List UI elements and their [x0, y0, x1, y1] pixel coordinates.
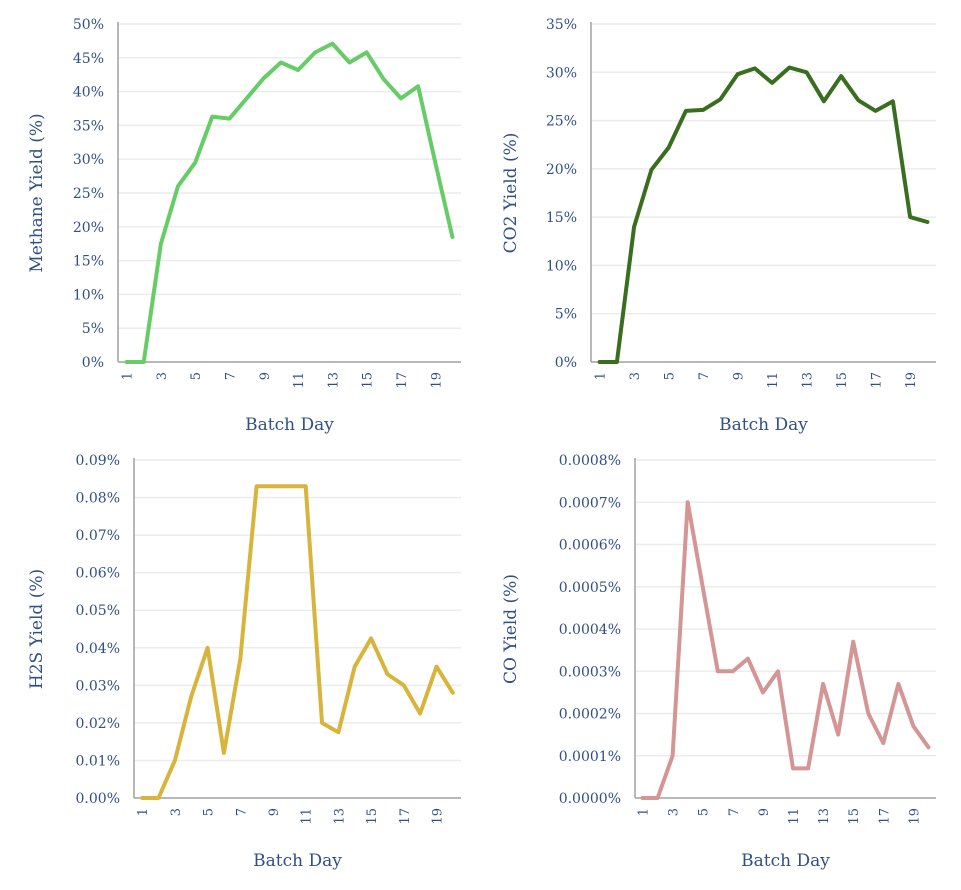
- x-tick-label: 11: [787, 808, 802, 825]
- x-tick-label: 7: [697, 372, 712, 380]
- x-tick-label: 5: [202, 808, 217, 816]
- x-axis-title: Batch Day: [253, 851, 342, 871]
- y-tick-label: 0.0004%: [559, 622, 621, 638]
- x-tick-label: 1: [637, 808, 652, 816]
- x-tick-label: 13: [332, 808, 347, 825]
- methane-chart: 0%5%10%15%20%25%30%35%40%45%50%1 3 5 7 9 11 13…: [27, 17, 461, 435]
- h2s-series-line: [140, 484, 455, 800]
- y-axis-title: CO2 Yield (%): [501, 133, 521, 254]
- x-tick-label: 9: [757, 808, 772, 816]
- y-tick-label: 0.03%: [76, 678, 120, 694]
- x-tick-label: 5: [663, 372, 678, 380]
- y-tick-label: 0.04%: [76, 641, 120, 657]
- x-axis-title: Batch Day: [719, 415, 808, 435]
- chart-grid: 0%5%10%15%20%25%30%35%40%45%50%1 3 5 7 9 11 13…: [27, 17, 936, 871]
- x-tick-label: 17: [870, 372, 885, 389]
- y-tick-label: 0.02%: [76, 716, 120, 732]
- x-axis-title: Batch Day: [245, 415, 334, 435]
- x-tick-label: 19: [429, 372, 444, 389]
- x-tick-label: 1: [121, 372, 136, 380]
- y-tick-label: 30%: [546, 65, 577, 81]
- y-tick-label: 20%: [546, 162, 577, 178]
- x-tick-label: 3: [667, 808, 682, 816]
- y-tick-label: 0%: [555, 355, 577, 371]
- x-tick-label: 15: [847, 808, 862, 825]
- y-tick-label: 0.0005%: [559, 580, 621, 596]
- y-tick-label: 20%: [73, 220, 104, 236]
- x-tick-label: 3: [155, 372, 170, 380]
- y-tick-label: 15%: [73, 254, 104, 270]
- x-tick-label: 15: [835, 372, 850, 389]
- x-tick-label: 17: [398, 808, 413, 825]
- y-tick-label: 10%: [73, 287, 104, 303]
- x-tick-label: 7: [223, 372, 238, 380]
- x-axis-title: Batch Day: [741, 851, 830, 871]
- x-tick-label: 1: [136, 808, 151, 816]
- x-tick-label: 11: [766, 372, 781, 389]
- y-axis-title: CO Yield (%): [501, 574, 521, 684]
- y-tick-label: 0.09%: [76, 453, 120, 469]
- y-tick-label: 0.08%: [76, 491, 120, 507]
- y-tick-label: 25%: [73, 186, 104, 202]
- x-tick-label: 9: [732, 372, 747, 380]
- x-tick-label: 1: [594, 372, 609, 380]
- y-tick-label: 45%: [73, 51, 104, 67]
- y-axis-title: H2S Yield (%): [27, 569, 47, 689]
- h2s-chart: 0.00% 0.01% 0.02% 0.03% 0.04% 0.05% 0.06% 0.07%…: [27, 453, 461, 871]
- x-tick-label: 7: [234, 808, 249, 816]
- co-chart: 0.0000% 0.0001% 0.0002% 0.0003% 0.0004% 0.000…: [501, 453, 936, 871]
- y-tick-label: 0.0003%: [559, 664, 621, 680]
- co-series-line: [640, 500, 931, 800]
- y-tick-label: 5%: [555, 307, 577, 323]
- x-tick-label: 19: [430, 808, 445, 825]
- x-tick-label: 5: [697, 808, 712, 816]
- y-tick-label: 35%: [73, 118, 104, 134]
- x-tick-label: 9: [258, 372, 273, 380]
- y-tick-label: 30%: [73, 152, 104, 168]
- y-tick-label: 0.0001%: [559, 749, 621, 765]
- x-tick-label: 3: [169, 808, 184, 816]
- y-tick-label: 50%: [73, 17, 104, 33]
- y-tick-label: 0.06%: [76, 566, 120, 582]
- y-tick-label: 10%: [546, 258, 577, 274]
- y-tick-label: 0.00%: [76, 791, 120, 807]
- y-tick-label: 0.0008%: [559, 453, 621, 469]
- x-tick-label: 13: [326, 372, 341, 389]
- y-tick-label: 0.0000%: [559, 791, 621, 807]
- y-tick-label: 0.01%: [76, 753, 120, 769]
- x-tick-label: 17: [877, 808, 892, 825]
- y-tick-label: 0.05%: [76, 603, 120, 619]
- y-tick-label: 15%: [546, 210, 577, 226]
- y-tick-label: 5%: [82, 321, 104, 337]
- x-tick-label: 9: [267, 808, 282, 816]
- y-tick-label: 0%: [82, 355, 104, 371]
- y-tick-label: 25%: [546, 114, 577, 130]
- y-tick-label: 40%: [73, 85, 104, 101]
- y-tick-label: 35%: [546, 17, 577, 33]
- x-tick-label: 7: [727, 808, 742, 816]
- x-tick-label: 3: [628, 372, 643, 380]
- x-tick-label: 13: [801, 372, 816, 389]
- y-axis-title: Methane Yield (%): [27, 113, 47, 272]
- y-tick-label: 0.0002%: [559, 707, 621, 723]
- x-tick-label: 11: [292, 372, 307, 389]
- y-tick-label: 0.0006%: [559, 538, 621, 554]
- x-tick-label: 15: [361, 372, 376, 389]
- x-tick-label: 15: [365, 808, 380, 825]
- x-tick-label: 5: [189, 372, 204, 380]
- co2-series-line: [597, 65, 930, 364]
- y-tick-label: 0.07%: [76, 528, 120, 544]
- x-tick-label: 13: [817, 808, 832, 825]
- x-tick-label: 19: [907, 808, 922, 825]
- x-tick-label: 17: [395, 372, 410, 389]
- y-tick-label: 0.0007%: [559, 495, 621, 511]
- co2-chart: 0%5%10%15%20%25%30%35%1 3 5 7 9 11 13 15 17 19Bat…: [501, 17, 936, 435]
- x-tick-label: 11: [300, 808, 315, 825]
- x-tick-label: 19: [904, 372, 919, 389]
